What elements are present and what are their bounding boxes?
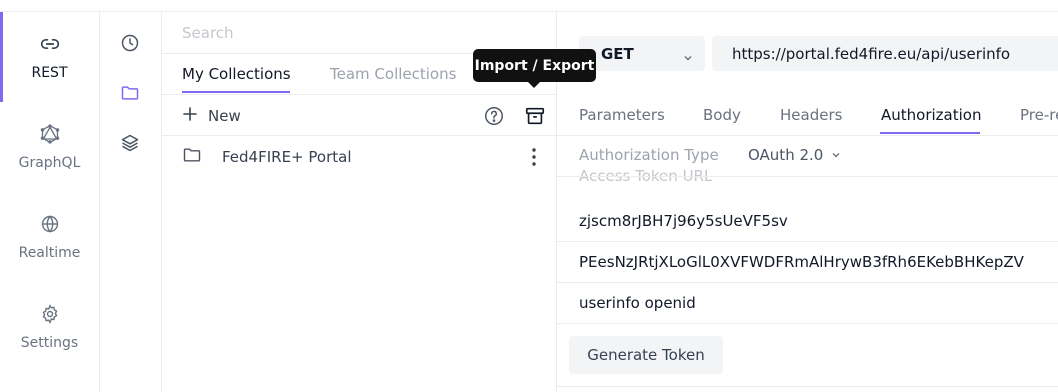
method-select[interactable]: GET xyxy=(579,36,705,71)
globe-icon xyxy=(39,213,61,235)
chevron-down-icon xyxy=(683,48,693,67)
link-icon xyxy=(39,33,61,55)
url-value: https://portal.fed4fire.eu/api/userinfo xyxy=(732,45,1011,63)
more-options-icon[interactable] xyxy=(524,146,544,168)
scope-field[interactable]: userinfo openid xyxy=(579,294,696,312)
help-icon[interactable] xyxy=(483,105,505,127)
nav-label-settings: Settings xyxy=(20,335,79,351)
nav-item-settings[interactable]: Settings xyxy=(0,282,99,372)
nav-label-realtime: Realtime xyxy=(18,245,81,261)
active-tab-indicator xyxy=(880,132,980,134)
authorization-type-label: Authorization Type xyxy=(579,146,719,164)
folder-icon xyxy=(182,145,202,169)
archive-icon[interactable] xyxy=(524,105,546,127)
nav-item-rest[interactable]: REST xyxy=(0,12,99,102)
tab-my-collections[interactable]: My Collections xyxy=(182,65,291,83)
request-panel: GET https://portal.fed4fire.eu/api/useri… xyxy=(557,12,1058,392)
primary-nav: REST GraphQL Realtime Settings xyxy=(0,12,100,392)
nav-item-graphql[interactable]: GraphQL xyxy=(0,102,99,192)
divider xyxy=(557,323,1058,324)
secondary-nav xyxy=(100,12,162,392)
tab-pre-request[interactable]: Pre-re xyxy=(1020,106,1058,124)
client-secret-field[interactable]: PEesNzJRtjXLoGlL0XVFWDFRmAlHrywB3fRh6EKe… xyxy=(579,253,1024,271)
import-export-tooltip: Import / Export xyxy=(473,49,596,88)
divider xyxy=(557,241,1058,242)
graphql-icon xyxy=(39,123,61,145)
gear-icon xyxy=(39,303,61,325)
search-input[interactable]: Search xyxy=(182,24,234,42)
authorization-type-value: OAuth 2.0 xyxy=(748,146,824,164)
generate-token-button[interactable]: Generate Token xyxy=(569,336,723,374)
active-tab-indicator xyxy=(182,91,290,93)
tab-parameters[interactable]: Parameters xyxy=(579,106,665,124)
nav-label-rest: REST xyxy=(31,65,68,81)
url-input[interactable]: https://portal.fed4fire.eu/api/userinfo xyxy=(712,36,1058,71)
tab-body[interactable]: Body xyxy=(703,106,741,124)
authorization-type-select[interactable]: OAuth 2.0 xyxy=(748,146,841,164)
divider xyxy=(162,135,556,136)
top-divider xyxy=(0,0,1058,12)
folder-icon[interactable] xyxy=(119,82,141,104)
divider xyxy=(557,386,1058,387)
divider xyxy=(557,176,1058,177)
history-icon[interactable] xyxy=(119,32,141,54)
layers-icon[interactable] xyxy=(119,132,141,154)
divider xyxy=(557,282,1058,283)
tab-team-collections[interactable]: Team Collections xyxy=(330,65,456,83)
method-value: GET xyxy=(601,45,634,63)
divider xyxy=(557,135,1058,136)
new-collection-button[interactable]: New xyxy=(182,104,241,128)
nav-label-graphql: GraphQL xyxy=(18,155,81,171)
access-token-url-field[interactable]: Access Token URL xyxy=(579,170,712,186)
new-label: New xyxy=(208,107,241,125)
collection-name: Fed4FIRE+ Portal xyxy=(222,148,352,166)
divider xyxy=(162,94,556,95)
tab-authorization[interactable]: Authorization xyxy=(881,106,981,124)
collection-item[interactable]: Fed4FIRE+ Portal xyxy=(182,145,352,169)
nav-item-realtime[interactable]: Realtime xyxy=(0,192,99,282)
tab-headers[interactable]: Headers xyxy=(780,106,842,124)
client-id-field[interactable]: zjscm8rJBH7j96y5sUeVF5sv xyxy=(579,212,788,230)
plus-icon xyxy=(182,106,198,126)
chevron-down-icon xyxy=(831,146,841,164)
